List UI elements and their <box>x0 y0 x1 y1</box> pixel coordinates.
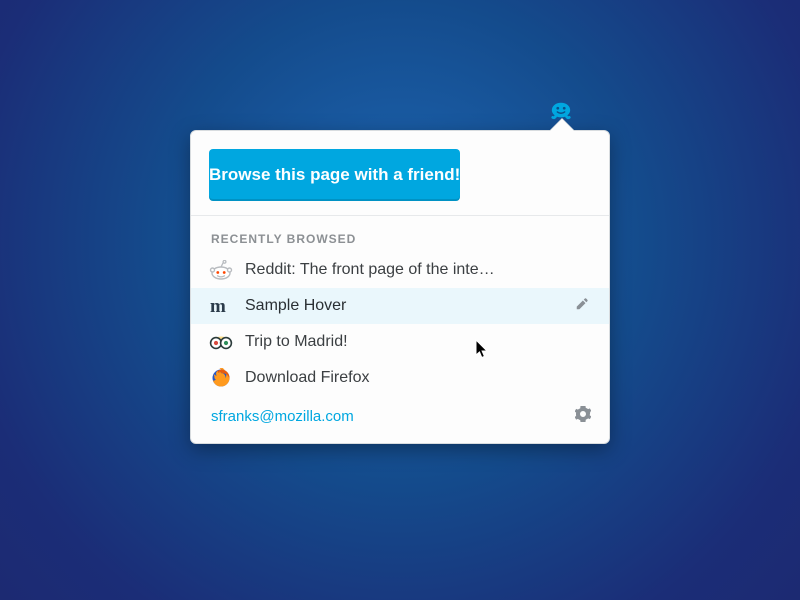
recently-browsed-header: RECENTLY BROWSED <box>191 228 609 252</box>
popover-footer: sfranks@mozilla.com <box>191 400 609 443</box>
recently-browsed-section: RECENTLY BROWSED <box>191 216 609 400</box>
list-item[interactable]: Trip to Madrid! <box>191 324 609 360</box>
list-item[interactable]: Download Firefox <box>191 360 609 396</box>
list-item-title: Download Firefox <box>245 369 575 387</box>
list-item-title: Trip to Madrid! <box>245 333 575 351</box>
recently-browsed-list: Reddit: The front page of the inte… m Sa… <box>191 252 609 396</box>
list-item-title: Reddit: The front page of the inte… <box>245 261 575 279</box>
list-item-title: Sample Hover <box>245 297 575 315</box>
tripadvisor-icon <box>209 331 233 353</box>
reddit-icon <box>209 259 233 281</box>
list-item[interactable]: m Sample Hover <box>191 288 609 324</box>
pencil-icon[interactable] <box>575 297 595 316</box>
svg-text:m: m <box>210 297 226 315</box>
account-email-link[interactable]: sfranks@mozilla.com <box>211 408 354 425</box>
browse-together-popover: Browse this page with a friend! RECENTLY… <box>190 130 610 444</box>
gear-icon[interactable] <box>575 406 591 427</box>
firefox-icon <box>209 367 233 389</box>
m-icon: m <box>209 295 233 317</box>
browse-with-friend-button[interactable]: Browse this page with a friend! <box>209 149 460 201</box>
app-background: Browse this page with a friend! RECENTLY… <box>0 0 800 600</box>
list-item[interactable]: Reddit: The front page of the inte… <box>191 252 609 288</box>
